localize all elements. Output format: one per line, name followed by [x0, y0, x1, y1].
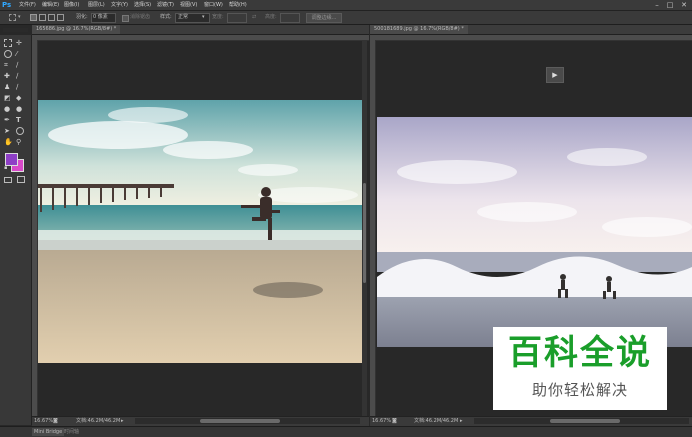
doc2-hscroll-thumb[interactable]	[550, 419, 620, 423]
subtract-selection-icon[interactable]	[48, 14, 55, 21]
default-colors-icon[interactable]: ▪	[4, 166, 9, 171]
eraser-tool-icon[interactable]: ◩	[4, 94, 12, 102]
feather-label: 羽化:	[76, 14, 88, 20]
blur-tool-icon[interactable]: ●	[4, 105, 12, 113]
watermark-logo: 百科全说 助你轻松解决	[493, 327, 667, 410]
menu-file[interactable]: 文件(F)	[19, 0, 36, 10]
height-label: 高度:	[265, 14, 277, 20]
path-selection-tool-icon[interactable]: ➤	[4, 127, 12, 135]
clone-stamp-tool-icon[interactable]: ♟	[4, 83, 12, 91]
chevron-down-icon[interactable]: ▾	[18, 14, 23, 21]
menu-filter[interactable]: 滤镜(T)	[157, 0, 174, 10]
lasso-tool-icon[interactable]	[4, 50, 12, 58]
add-selection-icon[interactable]	[39, 14, 46, 21]
style-value: 正常	[178, 14, 189, 20]
menu-type[interactable]: 文字(Y)	[111, 0, 128, 10]
doc1-document-size[interactable]: 文档:46.2M/46.2M	[76, 417, 120, 426]
type-tool-icon[interactable]: T	[16, 116, 24, 124]
height-input[interactable]	[280, 13, 300, 23]
menu-layer[interactable]: 图层(L)	[88, 0, 105, 10]
doc2-waves-photo	[377, 117, 692, 347]
refine-edge-button[interactable]: 调整边缘...	[306, 13, 342, 23]
rectangular-marquee-tool-icon[interactable]	[4, 39, 12, 47]
doc2-zoom-level[interactable]: 16.67%	[372, 417, 391, 426]
maximize-button[interactable]: □	[665, 0, 675, 10]
doc1-beach-photo	[38, 100, 362, 363]
menu-view[interactable]: 视图(V)	[180, 0, 197, 10]
menu-window[interactable]: 窗口(W)	[204, 0, 223, 10]
toolbox-grip[interactable]	[3, 28, 28, 32]
move-tool-icon[interactable]: ✛	[16, 39, 24, 47]
tab-timeline[interactable]: 时间轴	[62, 428, 81, 436]
doc2-document-size[interactable]: 文档:46.2M/46.2M	[414, 417, 458, 426]
doc2-info-icon[interactable]: ◙	[392, 417, 397, 426]
watermark-subtitle: 助你轻松解决	[531, 381, 628, 399]
intersect-selection-icon[interactable]	[57, 14, 64, 21]
brush-tool-icon[interactable]: ∕	[16, 72, 24, 80]
pen-tool-icon[interactable]: ✒	[4, 116, 12, 124]
width-input[interactable]	[227, 13, 247, 23]
play-icon[interactable]: ▶	[546, 67, 564, 83]
eyedropper-tool-icon[interactable]: ∕	[16, 61, 24, 69]
marquee-tool-icon[interactable]	[9, 14, 16, 21]
new-selection-icon[interactable]	[30, 14, 37, 21]
tab-mini-bridge[interactable]: Mini Bridge	[32, 428, 65, 436]
dodge-tool-icon[interactable]: ●	[16, 105, 24, 113]
doc1-zoom-level[interactable]: 16.67%	[34, 417, 53, 426]
antialias-label: 消除锯齿	[130, 14, 151, 20]
menu-help[interactable]: 帮助(H)	[229, 0, 247, 10]
doc1-scrollbar-thumb[interactable]	[363, 183, 366, 283]
doc1-tab[interactable]: 165686.jpg @ 16.7%(RGB/8#) *	[32, 25, 121, 34]
width-label: 宽度:	[212, 14, 224, 20]
screen-mode-icon[interactable]	[17, 176, 25, 183]
feather-value: 0 像素	[93, 14, 108, 20]
close-button[interactable]: ✕	[679, 0, 689, 10]
style-chevron-icon: ▾	[202, 14, 205, 20]
paint-bucket-tool-icon[interactable]: ◆	[16, 94, 24, 102]
hand-tool-icon[interactable]: ✋	[4, 138, 13, 146]
doc1-info-icon[interactable]: ◙	[53, 417, 58, 426]
photoshop-logo: Ps	[2, 1, 12, 9]
quick-mask-icon[interactable]	[4, 177, 12, 183]
antialias-checkbox[interactable]	[122, 15, 129, 22]
crop-tool-icon[interactable]: ⌗	[4, 61, 12, 69]
watermark-title: 百科全说	[508, 333, 652, 373]
doc1-hscroll-thumb[interactable]	[200, 419, 280, 423]
menu-image[interactable]: 图像(I)	[64, 0, 79, 10]
doc1-status-arrow-icon[interactable]: ▸	[121, 417, 124, 426]
swap-icon[interactable]: ⇄	[252, 13, 256, 22]
healing-brush-tool-icon[interactable]: ✚	[4, 72, 12, 80]
doc2-tab[interactable]: 500181689.jpg @ 16.7%(RGB/8#) *	[370, 25, 468, 34]
style-label: 样式:	[160, 14, 172, 20]
menu-select[interactable]: 选择(S)	[134, 0, 151, 10]
menu-edit[interactable]: 编辑(E)	[42, 0, 59, 10]
bottom-panel-bar	[0, 426, 692, 437]
doc2-status-arrow-icon[interactable]: ▸	[460, 417, 463, 426]
history-brush-tool-icon[interactable]: ∕	[16, 83, 24, 91]
minimize-button[interactable]: –	[652, 0, 662, 10]
magic-wand-tool-icon[interactable]: ⁄	[16, 50, 24, 58]
zoom-tool-icon[interactable]: ⚲	[16, 138, 24, 146]
ellipse-tool-icon[interactable]	[16, 127, 24, 135]
